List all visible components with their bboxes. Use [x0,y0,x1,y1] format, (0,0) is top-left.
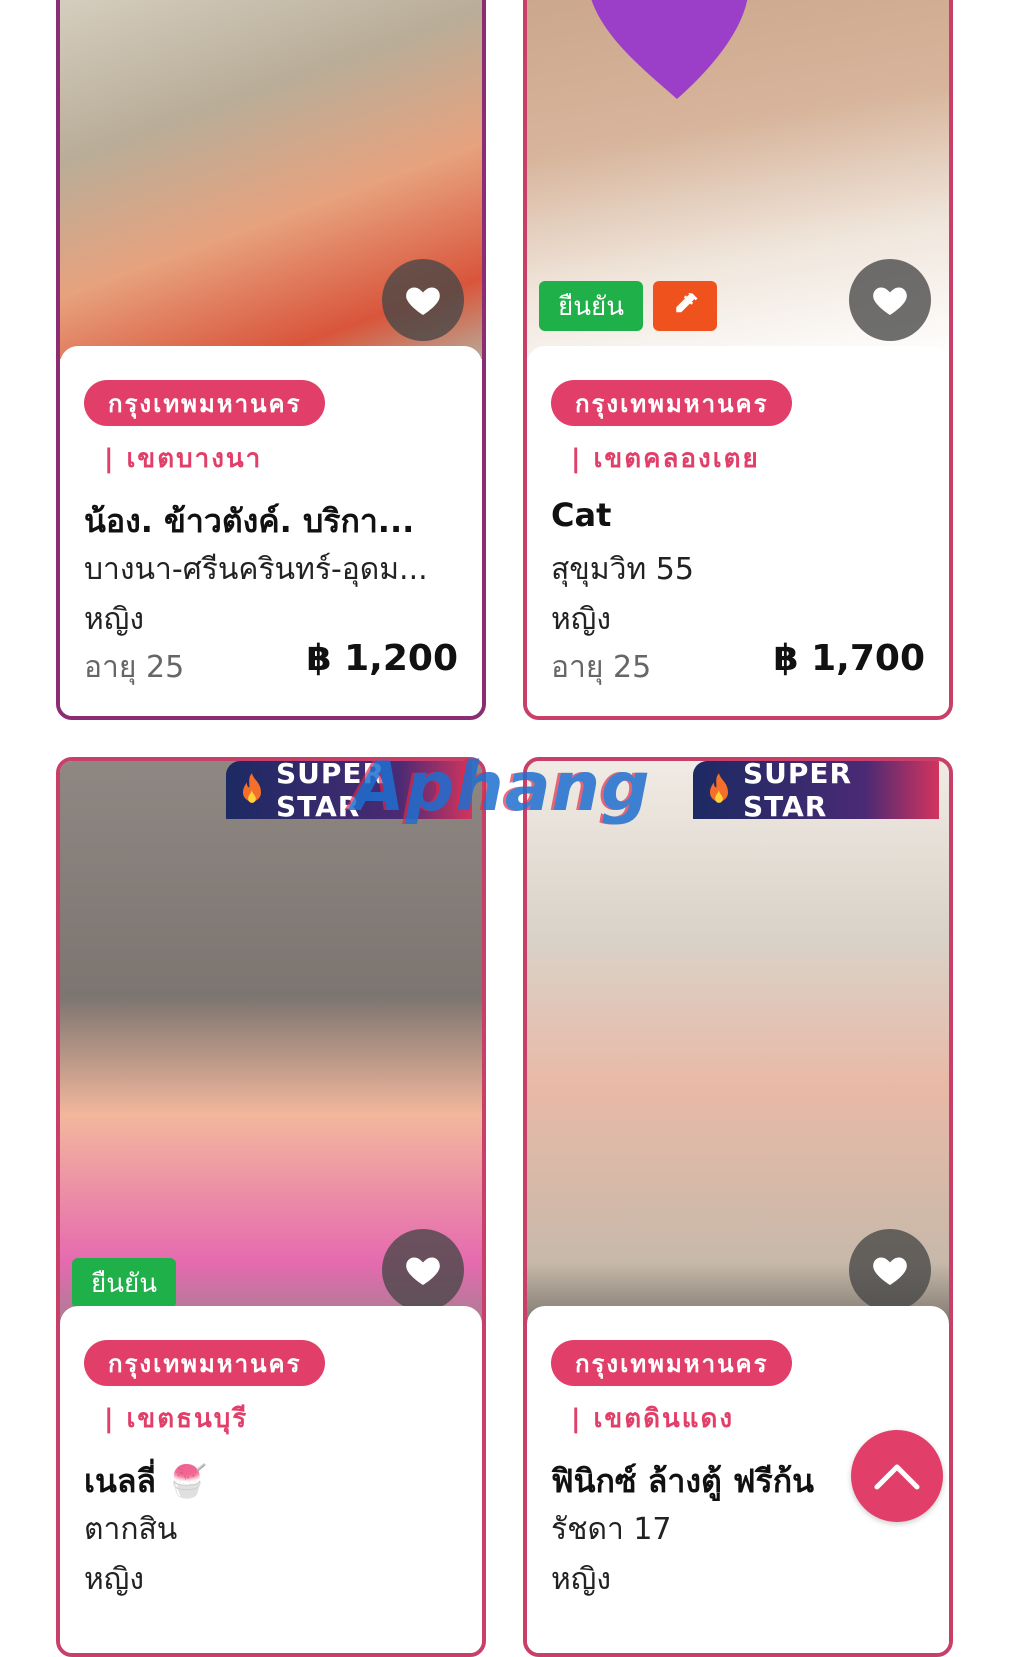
favorite-button[interactable] [382,1229,464,1311]
heart-icon [406,1257,440,1285]
heart-icon [873,1257,907,1285]
listing-gender: หญิง [84,602,144,637]
province-tag[interactable]: กรุงเทพมหานคร [551,380,793,426]
district-label: | เขตบางนา [104,444,263,474]
scroll-to-top-button[interactable] [851,1430,943,1522]
province-tag[interactable]: กรุงเทพมหานคร [551,1340,793,1386]
verified-badge: ยืนยัน [72,1258,176,1308]
listing-area: ตากสิน [84,1512,178,1547]
listing-price: ฿ 1,200 [306,638,458,679]
face-cover-heart-icon [591,0,748,99]
chevron-up-icon [874,1464,920,1490]
syringe-icon [676,292,698,313]
site-watermark: Aphang [352,748,651,827]
favorite-button[interactable] [849,259,931,341]
superstar-badge: SUPER STAR [693,761,939,823]
province-tag[interactable]: กรุงเทพมหานคร [84,1340,326,1386]
district-label: | เขตธนบุรี [104,1404,249,1434]
district-label: | เขตดินแดง [571,1404,735,1434]
listing-name[interactable]: เนลลี่ 🍧 [84,1456,458,1507]
listing-gender: หญิง [551,602,611,637]
listing-name[interactable]: Cat [551,496,925,534]
verified-badge: ยืนยัน [539,281,643,331]
listing-card[interactable]: ยืนยัน กรุงเทพมหานคร | เขตคลองเตย Cat สุ… [523,0,953,720]
heart-icon [406,287,440,315]
province-tag[interactable]: กรุงเทพมหานคร [84,380,326,426]
fire-icon [243,773,261,803]
listing-info: กรุงเทพมหานคร | เขตธนบุรี เนลลี่ 🍧 ตากสิ… [60,1306,482,1653]
listing-gender: หญิง [84,1562,144,1597]
listing-area: บางนา-ศรีนครินทร์-อุดม... [84,552,428,587]
listing-info: กรุงเทพมหานคร | เขตคลองเตย Cat สุขุมวิท … [527,346,949,716]
listing-card[interactable]: SUPER STAR กรุงเทพมหานคร | เขตดินแดง ฟิน… [523,757,953,1657]
listing-info: กรุงเทพมหานคร | เขตบางนา น้อง. ข้าวตังค์… [60,346,482,716]
favorite-button[interactable] [849,1229,931,1311]
district-label: | เขตคลองเตย [571,444,760,474]
heart-icon [873,287,907,315]
superstar-label: SUPER STAR [743,757,853,823]
listing-price: ฿ 1,700 [773,638,925,679]
listing-gender: หญิง [551,1562,611,1597]
listing-name[interactable]: น้อง. ข้าวตังค์. บริกา... [84,496,458,547]
listing-area: สุขุมวิท 55 [551,552,694,587]
listing-card[interactable]: กรุงเทพมหานคร | เขตบางนา น้อง. ข้าวตังค์… [56,0,486,720]
listing-age: อายุ 25 [84,650,185,685]
listing-age: อายุ 25 [551,650,652,685]
favorite-button[interactable] [382,259,464,341]
listing-card[interactable]: SUPER STAR ยืนยัน กรุงเทพมหานคร | เขตธนบ… [56,757,486,1657]
fire-icon [710,773,728,803]
vaccine-badge [653,281,717,331]
